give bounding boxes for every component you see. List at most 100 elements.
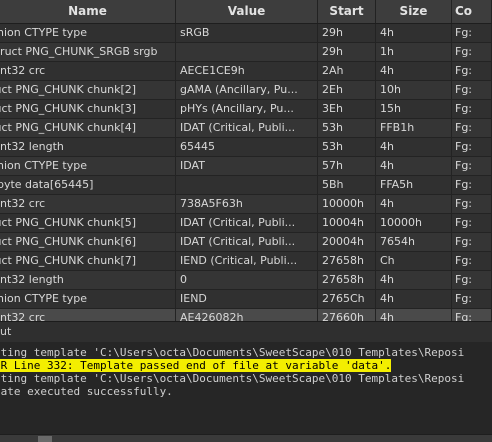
row-name: union CTYPE type	[0, 24, 176, 42]
row-start: 27660h	[318, 309, 376, 321]
output-panel-title: ut	[0, 321, 492, 343]
row-value	[176, 176, 318, 194]
table-body: union CTYPE typesRGB29h4hFg:struct PNG_C…	[0, 24, 492, 321]
row-name: ruct PNG_CHUNK chunk[3]	[0, 100, 176, 118]
row-name: union CTYPE type	[0, 290, 176, 308]
column-header-color[interactable]: Co	[452, 0, 492, 23]
row-start: 2765Ch	[318, 290, 376, 308]
row-name: uint32 length	[0, 138, 176, 156]
table-row[interactable]: union CTYPE typesRGB29h4hFg:	[0, 24, 492, 43]
row-size: FFA5h	[376, 176, 452, 194]
row-color: Fg:	[452, 271, 492, 289]
column-header-name[interactable]: Name	[0, 0, 176, 23]
row-color: Fg:	[452, 24, 492, 42]
row-start: 10000h	[318, 195, 376, 213]
row-start: 20004h	[318, 233, 376, 251]
row-value: IDAT (Critical, Publi...	[176, 214, 318, 232]
output-error-line: OR Line 332: Template passed end of file…	[0, 359, 492, 372]
row-name: ruct PNG_CHUNK chunk[4]	[0, 119, 176, 137]
row-size: Ch	[376, 252, 452, 270]
row-start: 27658h	[318, 252, 376, 270]
row-size: 15h	[376, 100, 452, 118]
row-value: 0	[176, 271, 318, 289]
row-name: uint32 crc	[0, 309, 176, 321]
row-size: FFB1h	[376, 119, 452, 137]
row-start: 2Eh	[318, 81, 376, 99]
column-header-start[interactable]: Start	[318, 0, 376, 23]
row-name: struct PNG_CHUNK_SRGB srgb	[0, 43, 176, 61]
row-size: 4h	[376, 309, 452, 321]
row-name: union CTYPE type	[0, 157, 176, 175]
output-line: uting template 'C:\Users\octa\Documents\…	[0, 372, 492, 385]
row-start: 29h	[318, 24, 376, 42]
table-row[interactable]: uint32 crc738A5F63h10000h4hFg:	[0, 195, 492, 214]
row-value: sRGB	[176, 24, 318, 42]
output-line-text: uting template 'C:\Users\octa\Documents\…	[0, 372, 465, 385]
row-value	[176, 43, 318, 61]
row-value: IEND	[176, 290, 318, 308]
table-row[interactable]: ruct PNG_CHUNK chunk[3] pHYs (Ancillary, …	[0, 100, 492, 119]
row-name: uint32 length	[0, 271, 176, 289]
row-color: Fg:	[452, 43, 492, 61]
output-line: late executed successfully.	[0, 385, 492, 398]
row-value: AECE1CE9h	[176, 62, 318, 80]
row-value: IDAT	[176, 157, 318, 175]
row-color: Fg:	[452, 195, 492, 213]
row-size: 4h	[376, 290, 452, 308]
table-row[interactable]: union CTYPE typeIDAT57h4hFg:	[0, 157, 492, 176]
table-row[interactable]: ruct PNG_CHUNK chunk[2] gAMA (Ancillary, …	[0, 81, 492, 100]
column-header-value[interactable]: Value	[176, 0, 318, 23]
output-line-text: late executed successfully.	[0, 385, 173, 398]
row-value: IEND (Critical, Publi...	[176, 252, 318, 270]
row-color: Fg:	[452, 119, 492, 137]
row-color: Fg:	[452, 252, 492, 270]
status-tab[interactable]	[38, 436, 52, 442]
row-name: ruct PNG_CHUNK chunk[6]	[0, 233, 176, 251]
row-color: Fg:	[452, 100, 492, 118]
row-start: 57h	[318, 157, 376, 175]
row-color: Fg:	[452, 138, 492, 156]
row-color: Fg:	[452, 157, 492, 175]
table-row[interactable]: ruct PNG_CHUNK chunk[5] IDAT (Critical, P…	[0, 214, 492, 233]
row-color: Fg:	[452, 233, 492, 251]
row-start: 2Ah	[318, 62, 376, 80]
output-line-text: OR Line 332: Template passed end of file…	[0, 359, 392, 372]
row-value: AE426082h	[176, 309, 318, 321]
row-size: 4h	[376, 195, 452, 213]
table-row[interactable]: ruct PNG_CHUNK chunk[6] IDAT (Critical, P…	[0, 233, 492, 252]
table-row[interactable]: uint32 length027658h4hFg:	[0, 271, 492, 290]
row-size: 1h	[376, 43, 452, 61]
row-color: Fg:	[452, 176, 492, 194]
table-row[interactable]: uint32 crcAECE1CE9h2Ah4hFg:	[0, 62, 492, 81]
output-line-text: uting template 'C:\Users\octa\Documents\…	[0, 346, 465, 359]
row-value: 65445	[176, 138, 318, 156]
row-size: 7654h	[376, 233, 452, 251]
row-size: 10h	[376, 81, 452, 99]
row-start: 5Bh	[318, 176, 376, 194]
table-row[interactable]: union CTYPE typeIEND2765Ch4hFg:	[0, 290, 492, 309]
row-value: gAMA (Ancillary, Pu...	[176, 81, 318, 99]
row-name: ruct PNG_CHUNK chunk[5]	[0, 214, 176, 232]
row-size: 4h	[376, 271, 452, 289]
row-size: 4h	[376, 157, 452, 175]
row-color: Fg:	[452, 309, 492, 321]
row-color: Fg:	[452, 81, 492, 99]
template-results-table: Name Value Start Size Co union CTYPE typ…	[0, 0, 492, 321]
row-name: uint32 crc	[0, 62, 176, 80]
row-start: 10004h	[318, 214, 376, 232]
table-row[interactable]: ruct PNG_CHUNK chunk[7] IEND (Critical, P…	[0, 252, 492, 271]
row-start: 53h	[318, 138, 376, 156]
column-header-size[interactable]: Size	[376, 0, 452, 23]
table-row[interactable]: uint32 crcAE426082h27660h4hFg:	[0, 309, 492, 321]
output-panel: uting template 'C:\Users\octa\Documents\…	[0, 342, 492, 434]
table-row[interactable]: uint32 length6544553h4hFg:	[0, 138, 492, 157]
row-color: Fg:	[452, 290, 492, 308]
table-row[interactable]: ubyte data[65445] 5Bh FFA5h Fg:	[0, 176, 492, 195]
row-color: Fg:	[452, 62, 492, 80]
table-row[interactable]: struct PNG_CHUNK_SRGB srgb 29h 1h Fg:	[0, 43, 492, 62]
row-value: IDAT (Critical, Publi...	[176, 233, 318, 251]
row-start: 3Eh	[318, 100, 376, 118]
row-name: uint32 crc	[0, 195, 176, 213]
row-name: ruct PNG_CHUNK chunk[2]	[0, 81, 176, 99]
table-row[interactable]: ruct PNG_CHUNK chunk[4] IDAT (Critical, P…	[0, 119, 492, 138]
